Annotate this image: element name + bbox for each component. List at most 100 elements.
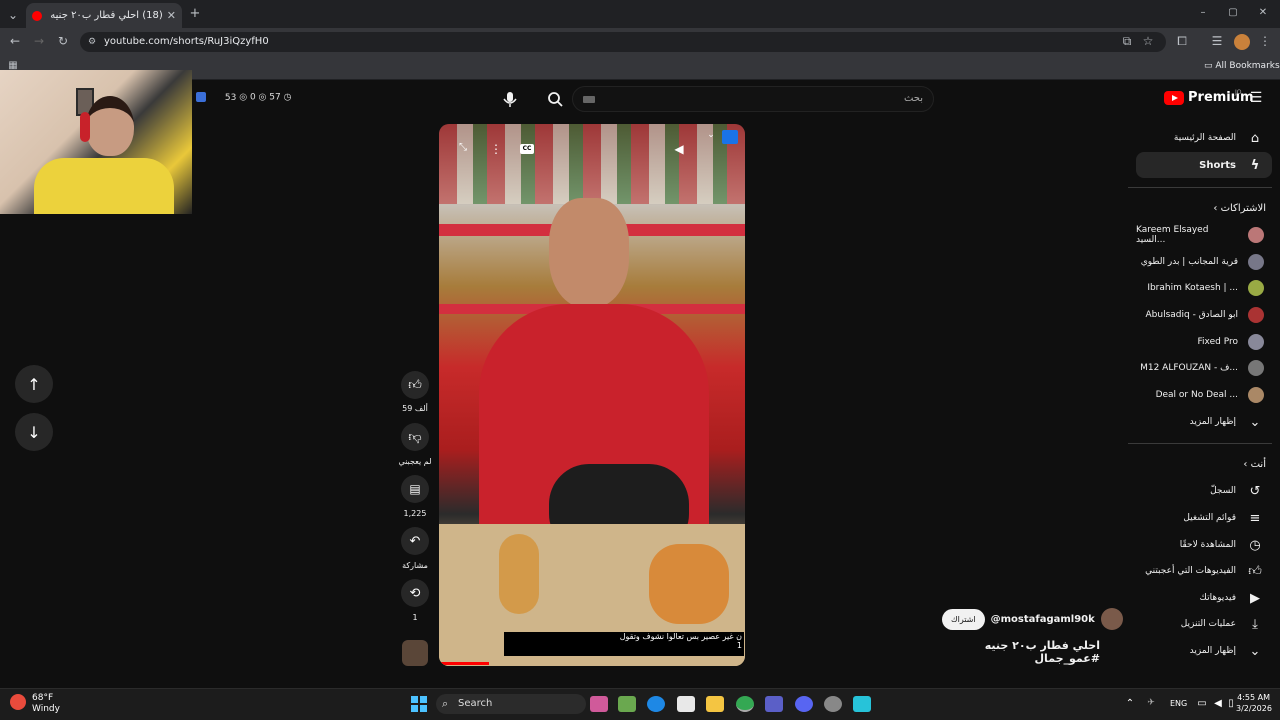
discord-icon[interactable] xyxy=(795,696,813,712)
channel-avatar xyxy=(1248,254,1264,270)
home-icon: ⌂ xyxy=(1250,130,1260,146)
sidebar-item-downloads[interactable]: عمليات التنزيل ⤓ xyxy=(1136,611,1272,637)
remix-count: 1 xyxy=(412,613,418,622)
arrow-up-icon: ↑ xyxy=(27,374,41,394)
previous-short-button[interactable]: ↑ xyxy=(15,365,53,403)
subscription-label: Abulsadiq - ابو الصادق xyxy=(1145,310,1238,320)
site-info-icon[interactable]: ⚙ xyxy=(86,32,98,52)
chrome-icon[interactable] xyxy=(736,696,754,712)
reload-icon[interactable]: ↻ xyxy=(56,34,70,48)
more-options-icon[interactable]: ⋮ xyxy=(490,142,502,156)
search-button[interactable] xyxy=(540,86,570,112)
language-indicator[interactable]: ENG xyxy=(1170,699,1187,708)
show-more-you[interactable]: إظهار المزيد ⌄ xyxy=(1136,638,1272,664)
volume-icon[interactable]: ◀ xyxy=(672,142,686,156)
share-button[interactable]: ↶ xyxy=(401,527,429,555)
arrow-down-icon: ↓ xyxy=(27,422,41,442)
bread-1 xyxy=(499,534,539,614)
taskbar-clock[interactable]: 4:55 AM 3/2/2026 xyxy=(1236,692,1272,714)
weather-widget[interactable]: 68°F Windy xyxy=(32,693,60,715)
profile-avatar[interactable] xyxy=(1234,34,1250,50)
subscription-item[interactable]: Deal or No Deal ... xyxy=(1136,382,1272,408)
sidebar-item-watch-later[interactable]: المشاهدة لاحقًا ◷ xyxy=(1136,532,1272,558)
subscribe-button[interactable]: اشتراك xyxy=(942,608,985,630)
stat-b: 0 xyxy=(249,92,256,103)
windows-taskbar xyxy=(0,688,1280,720)
minimize-icon[interactable]: – xyxy=(1196,7,1210,18)
extension-overlay-icon[interactable] xyxy=(722,130,738,144)
bookmark-star-icon[interactable]: ☆ xyxy=(1141,34,1155,48)
sidebar-item-your-videos[interactable]: فيديوهاتك ▶ xyxy=(1136,585,1272,611)
forward-icon[interactable]: → xyxy=(32,34,46,48)
all-bookmarks-label: All Bookmarks xyxy=(1215,61,1280,71)
subscription-item[interactable]: قرية المجانب | بدر الطوي xyxy=(1136,249,1272,275)
voice-search-button[interactable] xyxy=(498,86,522,112)
sidebar-item-home[interactable]: الصفحة الرئيسية ⌂ xyxy=(1136,125,1272,151)
subscription-item[interactable]: Abulsadiq - ابو الصادق xyxy=(1136,302,1272,328)
start-button[interactable] xyxy=(411,696,427,712)
sound-thumbnail[interactable] xyxy=(402,640,428,666)
sidebar-item-liked[interactable]: الفيديوهات التي أعجبتني 👍︎ xyxy=(1136,558,1272,584)
close-window-icon[interactable]: ✕ xyxy=(1256,7,1270,18)
person-head xyxy=(549,198,629,308)
browser-menu-icon[interactable]: ⋮ xyxy=(1258,34,1272,48)
cc-button[interactable]: CC xyxy=(520,144,534,154)
progress-bar[interactable] xyxy=(439,662,489,665)
search-input[interactable]: بحث xyxy=(572,86,934,112)
tab-close-icon[interactable]: ✕ xyxy=(167,9,176,22)
tab-list-icon[interactable]: ⌄ xyxy=(6,8,20,22)
address-bar[interactable]: ⚙ youtube.com/shorts/RuJ3iQzyfH0 xyxy=(80,32,1166,52)
subscription-label: M12 ALFOUZAN - ف... xyxy=(1140,363,1238,373)
app-icon-affinity[interactable] xyxy=(590,696,608,712)
like-button[interactable]: 👍︎ xyxy=(401,371,429,399)
battery-icon[interactable]: ▯ xyxy=(1226,698,1236,709)
comments-button[interactable]: ▤ xyxy=(401,475,429,503)
subscription-item[interactable]: Kareem Elsayed السيد... xyxy=(1136,222,1272,248)
network-status-icon[interactable]: ✈ xyxy=(1144,698,1158,708)
tray-overflow-icon[interactable]: ⌃ xyxy=(1124,698,1136,709)
windows-logo-icon xyxy=(411,696,427,712)
dislike-button[interactable]: 👎︎ xyxy=(401,423,429,451)
sidebar-item-history[interactable]: السجلّ ↺ xyxy=(1136,478,1272,504)
subscription-label: Kareem Elsayed السيد... xyxy=(1136,225,1209,245)
subscriptions-heading[interactable]: ‹ الاشتراكات xyxy=(1136,203,1266,214)
file-explorer-icon[interactable] xyxy=(706,696,724,712)
reading-list-icon[interactable]: ☰ xyxy=(1210,34,1224,48)
channel-row: اشتراك @mostafagaml90k xyxy=(942,608,1123,630)
subscription-item[interactable]: Fixed Pro xyxy=(1136,329,1272,355)
channel-handle[interactable]: @mostafagaml90k xyxy=(991,614,1095,625)
history-icon: ↺ xyxy=(1249,483,1261,499)
sidebar-item-playlists[interactable]: قوائم التشغيل ≡ xyxy=(1136,505,1272,531)
install-app-icon[interactable]: ⧉ xyxy=(1120,34,1134,49)
shorts-video-player[interactable] xyxy=(439,124,745,666)
notepad-icon[interactable] xyxy=(677,696,695,712)
app-icon-store[interactable] xyxy=(853,696,871,712)
new-tab-button[interactable]: + xyxy=(188,6,202,21)
chevron-down-icon[interactable]: ⌄ xyxy=(704,130,718,140)
keyboard-icon[interactable] xyxy=(583,96,595,103)
teams-icon[interactable] xyxy=(765,696,783,712)
you-heading[interactable]: ‹ أنت xyxy=(1136,459,1266,470)
sidebar-item-shorts[interactable]: Shorts ϟ xyxy=(1136,152,1272,178)
subscription-item[interactable]: M12 ALFOUZAN - ف... xyxy=(1136,355,1272,381)
volume-icon[interactable]: ◀ xyxy=(1212,698,1224,709)
channel-avatar[interactable] xyxy=(1100,608,1123,630)
taskbar-search[interactable]: ⌕ Search xyxy=(436,694,586,714)
app-icon-copilot[interactable] xyxy=(618,696,636,712)
browser-tab[interactable]: (18) احلي فطار ب٢٠ جنيه #عمو_... ✕ xyxy=(26,3,182,28)
display-icon[interactable]: ▭ xyxy=(1196,698,1208,709)
remix-button[interactable]: ⟲ xyxy=(401,579,429,607)
subscription-item[interactable]: Ibrahim Kotaesh | ... xyxy=(1136,275,1272,301)
settings-icon[interactable] xyxy=(824,696,842,712)
back-icon[interactable]: ← xyxy=(8,34,22,48)
maximize-icon[interactable]: ▢ xyxy=(1226,7,1240,18)
edge-icon[interactable] xyxy=(647,696,665,712)
menu-icon[interactable]: ☰ xyxy=(1246,90,1266,110)
all-bookmarks[interactable]: ▭ All Bookmarks xyxy=(1204,61,1280,71)
expand-icon[interactable]: ⤡ xyxy=(456,142,470,153)
weather-temp: 68°F xyxy=(32,693,54,703)
show-more-subscriptions[interactable]: إظهار المزيد ⌄ xyxy=(1136,409,1272,435)
extensions-icon[interactable]: ⧠ xyxy=(1175,34,1189,49)
subscription-label: Deal or No Deal ... xyxy=(1155,390,1238,400)
next-short-button[interactable]: ↓ xyxy=(15,413,53,451)
